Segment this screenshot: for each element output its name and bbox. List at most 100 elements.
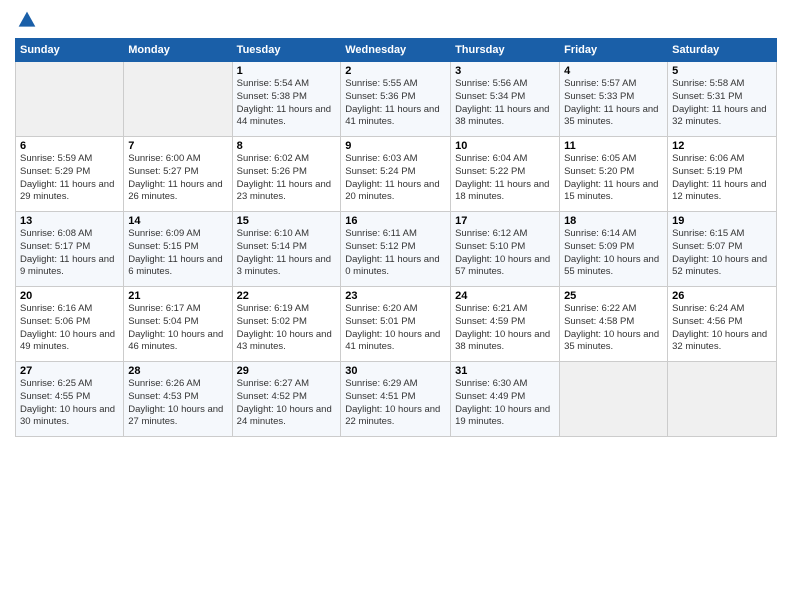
day-number: 7 bbox=[128, 140, 227, 152]
day-number: 24 bbox=[455, 290, 555, 302]
day-cell: 15Sunrise: 6:10 AM Sunset: 5:14 PM Dayli… bbox=[232, 212, 341, 287]
week-row-0: 1Sunrise: 5:54 AM Sunset: 5:38 PM Daylig… bbox=[16, 62, 777, 137]
day-cell: 11Sunrise: 6:05 AM Sunset: 5:20 PM Dayli… bbox=[560, 137, 668, 212]
day-detail: Sunrise: 6:14 AM Sunset: 5:09 PM Dayligh… bbox=[564, 228, 663, 279]
day-cell: 12Sunrise: 6:06 AM Sunset: 5:19 PM Dayli… bbox=[668, 137, 777, 212]
day-detail: Sunrise: 6:27 AM Sunset: 4:52 PM Dayligh… bbox=[237, 378, 337, 429]
page-container: SundayMondayTuesdayWednesdayThursdayFrid… bbox=[0, 0, 792, 447]
day-number: 9 bbox=[345, 140, 446, 152]
day-detail: Sunrise: 6:30 AM Sunset: 4:49 PM Dayligh… bbox=[455, 378, 555, 429]
day-number: 21 bbox=[128, 290, 227, 302]
day-number: 22 bbox=[237, 290, 337, 302]
header-wednesday: Wednesday bbox=[341, 39, 451, 62]
day-detail: Sunrise: 6:00 AM Sunset: 5:27 PM Dayligh… bbox=[128, 153, 227, 204]
week-row-4: 27Sunrise: 6:25 AM Sunset: 4:55 PM Dayli… bbox=[16, 362, 777, 437]
day-detail: Sunrise: 6:12 AM Sunset: 5:10 PM Dayligh… bbox=[455, 228, 555, 279]
day-cell: 3Sunrise: 5:56 AM Sunset: 5:34 PM Daylig… bbox=[451, 62, 560, 137]
day-detail: Sunrise: 6:11 AM Sunset: 5:12 PM Dayligh… bbox=[345, 228, 446, 279]
day-detail: Sunrise: 6:25 AM Sunset: 4:55 PM Dayligh… bbox=[20, 378, 119, 429]
day-number: 20 bbox=[20, 290, 119, 302]
logo-icon bbox=[17, 10, 37, 30]
day-detail: Sunrise: 6:24 AM Sunset: 4:56 PM Dayligh… bbox=[672, 303, 772, 354]
day-cell: 31Sunrise: 6:30 AM Sunset: 4:49 PM Dayli… bbox=[451, 362, 560, 437]
day-number: 14 bbox=[128, 215, 227, 227]
day-cell: 16Sunrise: 6:11 AM Sunset: 5:12 PM Dayli… bbox=[341, 212, 451, 287]
day-number: 31 bbox=[455, 365, 555, 377]
day-cell: 9Sunrise: 6:03 AM Sunset: 5:24 PM Daylig… bbox=[341, 137, 451, 212]
day-detail: Sunrise: 6:22 AM Sunset: 4:58 PM Dayligh… bbox=[564, 303, 663, 354]
day-number: 6 bbox=[20, 140, 119, 152]
header-friday: Friday bbox=[560, 39, 668, 62]
day-cell: 24Sunrise: 6:21 AM Sunset: 4:59 PM Dayli… bbox=[451, 287, 560, 362]
day-cell: 14Sunrise: 6:09 AM Sunset: 5:15 PM Dayli… bbox=[124, 212, 232, 287]
header-saturday: Saturday bbox=[668, 39, 777, 62]
day-number: 8 bbox=[237, 140, 337, 152]
day-detail: Sunrise: 6:02 AM Sunset: 5:26 PM Dayligh… bbox=[237, 153, 337, 204]
day-detail: Sunrise: 5:55 AM Sunset: 5:36 PM Dayligh… bbox=[345, 78, 446, 129]
day-cell bbox=[124, 62, 232, 137]
day-number: 16 bbox=[345, 215, 446, 227]
day-number: 23 bbox=[345, 290, 446, 302]
day-cell bbox=[668, 362, 777, 437]
day-detail: Sunrise: 6:05 AM Sunset: 5:20 PM Dayligh… bbox=[564, 153, 663, 204]
header-tuesday: Tuesday bbox=[232, 39, 341, 62]
day-detail: Sunrise: 6:26 AM Sunset: 4:53 PM Dayligh… bbox=[128, 378, 227, 429]
header-thursday: Thursday bbox=[451, 39, 560, 62]
day-detail: Sunrise: 5:58 AM Sunset: 5:31 PM Dayligh… bbox=[672, 78, 772, 129]
day-number: 15 bbox=[237, 215, 337, 227]
day-cell: 29Sunrise: 6:27 AM Sunset: 4:52 PM Dayli… bbox=[232, 362, 341, 437]
day-cell: 1Sunrise: 5:54 AM Sunset: 5:38 PM Daylig… bbox=[232, 62, 341, 137]
day-cell: 7Sunrise: 6:00 AM Sunset: 5:27 PM Daylig… bbox=[124, 137, 232, 212]
day-number: 19 bbox=[672, 215, 772, 227]
day-cell: 6Sunrise: 5:59 AM Sunset: 5:29 PM Daylig… bbox=[16, 137, 124, 212]
day-cell: 22Sunrise: 6:19 AM Sunset: 5:02 PM Dayli… bbox=[232, 287, 341, 362]
day-cell: 13Sunrise: 6:08 AM Sunset: 5:17 PM Dayli… bbox=[16, 212, 124, 287]
day-detail: Sunrise: 6:29 AM Sunset: 4:51 PM Dayligh… bbox=[345, 378, 446, 429]
day-cell: 19Sunrise: 6:15 AM Sunset: 5:07 PM Dayli… bbox=[668, 212, 777, 287]
day-cell: 2Sunrise: 5:55 AM Sunset: 5:36 PM Daylig… bbox=[341, 62, 451, 137]
day-detail: Sunrise: 6:16 AM Sunset: 5:06 PM Dayligh… bbox=[20, 303, 119, 354]
day-cell: 27Sunrise: 6:25 AM Sunset: 4:55 PM Dayli… bbox=[16, 362, 124, 437]
day-cell: 4Sunrise: 5:57 AM Sunset: 5:33 PM Daylig… bbox=[560, 62, 668, 137]
day-cell: 8Sunrise: 6:02 AM Sunset: 5:26 PM Daylig… bbox=[232, 137, 341, 212]
day-detail: Sunrise: 6:21 AM Sunset: 4:59 PM Dayligh… bbox=[455, 303, 555, 354]
day-detail: Sunrise: 6:03 AM Sunset: 5:24 PM Dayligh… bbox=[345, 153, 446, 204]
day-cell: 5Sunrise: 5:58 AM Sunset: 5:31 PM Daylig… bbox=[668, 62, 777, 137]
day-detail: Sunrise: 6:19 AM Sunset: 5:02 PM Dayligh… bbox=[237, 303, 337, 354]
day-cell: 26Sunrise: 6:24 AM Sunset: 4:56 PM Dayli… bbox=[668, 287, 777, 362]
day-detail: Sunrise: 5:59 AM Sunset: 5:29 PM Dayligh… bbox=[20, 153, 119, 204]
day-number: 5 bbox=[672, 65, 772, 77]
day-number: 1 bbox=[237, 65, 337, 77]
day-cell bbox=[16, 62, 124, 137]
day-cell: 23Sunrise: 6:20 AM Sunset: 5:01 PM Dayli… bbox=[341, 287, 451, 362]
header-sunday: Sunday bbox=[16, 39, 124, 62]
day-detail: Sunrise: 6:20 AM Sunset: 5:01 PM Dayligh… bbox=[345, 303, 446, 354]
day-cell: 30Sunrise: 6:29 AM Sunset: 4:51 PM Dayli… bbox=[341, 362, 451, 437]
day-number: 30 bbox=[345, 365, 446, 377]
day-detail: Sunrise: 6:04 AM Sunset: 5:22 PM Dayligh… bbox=[455, 153, 555, 204]
day-cell: 17Sunrise: 6:12 AM Sunset: 5:10 PM Dayli… bbox=[451, 212, 560, 287]
day-number: 13 bbox=[20, 215, 119, 227]
day-cell: 20Sunrise: 6:16 AM Sunset: 5:06 PM Dayli… bbox=[16, 287, 124, 362]
week-row-3: 20Sunrise: 6:16 AM Sunset: 5:06 PM Dayli… bbox=[16, 287, 777, 362]
day-number: 3 bbox=[455, 65, 555, 77]
day-number: 10 bbox=[455, 140, 555, 152]
day-detail: Sunrise: 5:54 AM Sunset: 5:38 PM Dayligh… bbox=[237, 78, 337, 129]
day-number: 26 bbox=[672, 290, 772, 302]
day-cell: 18Sunrise: 6:14 AM Sunset: 5:09 PM Dayli… bbox=[560, 212, 668, 287]
day-number: 12 bbox=[672, 140, 772, 152]
day-cell: 25Sunrise: 6:22 AM Sunset: 4:58 PM Dayli… bbox=[560, 287, 668, 362]
week-row-2: 13Sunrise: 6:08 AM Sunset: 5:17 PM Dayli… bbox=[16, 212, 777, 287]
calendar-table: SundayMondayTuesdayWednesdayThursdayFrid… bbox=[15, 38, 777, 437]
day-number: 17 bbox=[455, 215, 555, 227]
day-detail: Sunrise: 6:17 AM Sunset: 5:04 PM Dayligh… bbox=[128, 303, 227, 354]
day-cell: 28Sunrise: 6:26 AM Sunset: 4:53 PM Dayli… bbox=[124, 362, 232, 437]
day-detail: Sunrise: 6:10 AM Sunset: 5:14 PM Dayligh… bbox=[237, 228, 337, 279]
day-detail: Sunrise: 6:15 AM Sunset: 5:07 PM Dayligh… bbox=[672, 228, 772, 279]
day-detail: Sunrise: 6:06 AM Sunset: 5:19 PM Dayligh… bbox=[672, 153, 772, 204]
day-detail: Sunrise: 6:08 AM Sunset: 5:17 PM Dayligh… bbox=[20, 228, 119, 279]
day-number: 18 bbox=[564, 215, 663, 227]
day-detail: Sunrise: 6:09 AM Sunset: 5:15 PM Dayligh… bbox=[128, 228, 227, 279]
day-detail: Sunrise: 5:56 AM Sunset: 5:34 PM Dayligh… bbox=[455, 78, 555, 129]
day-number: 28 bbox=[128, 365, 227, 377]
